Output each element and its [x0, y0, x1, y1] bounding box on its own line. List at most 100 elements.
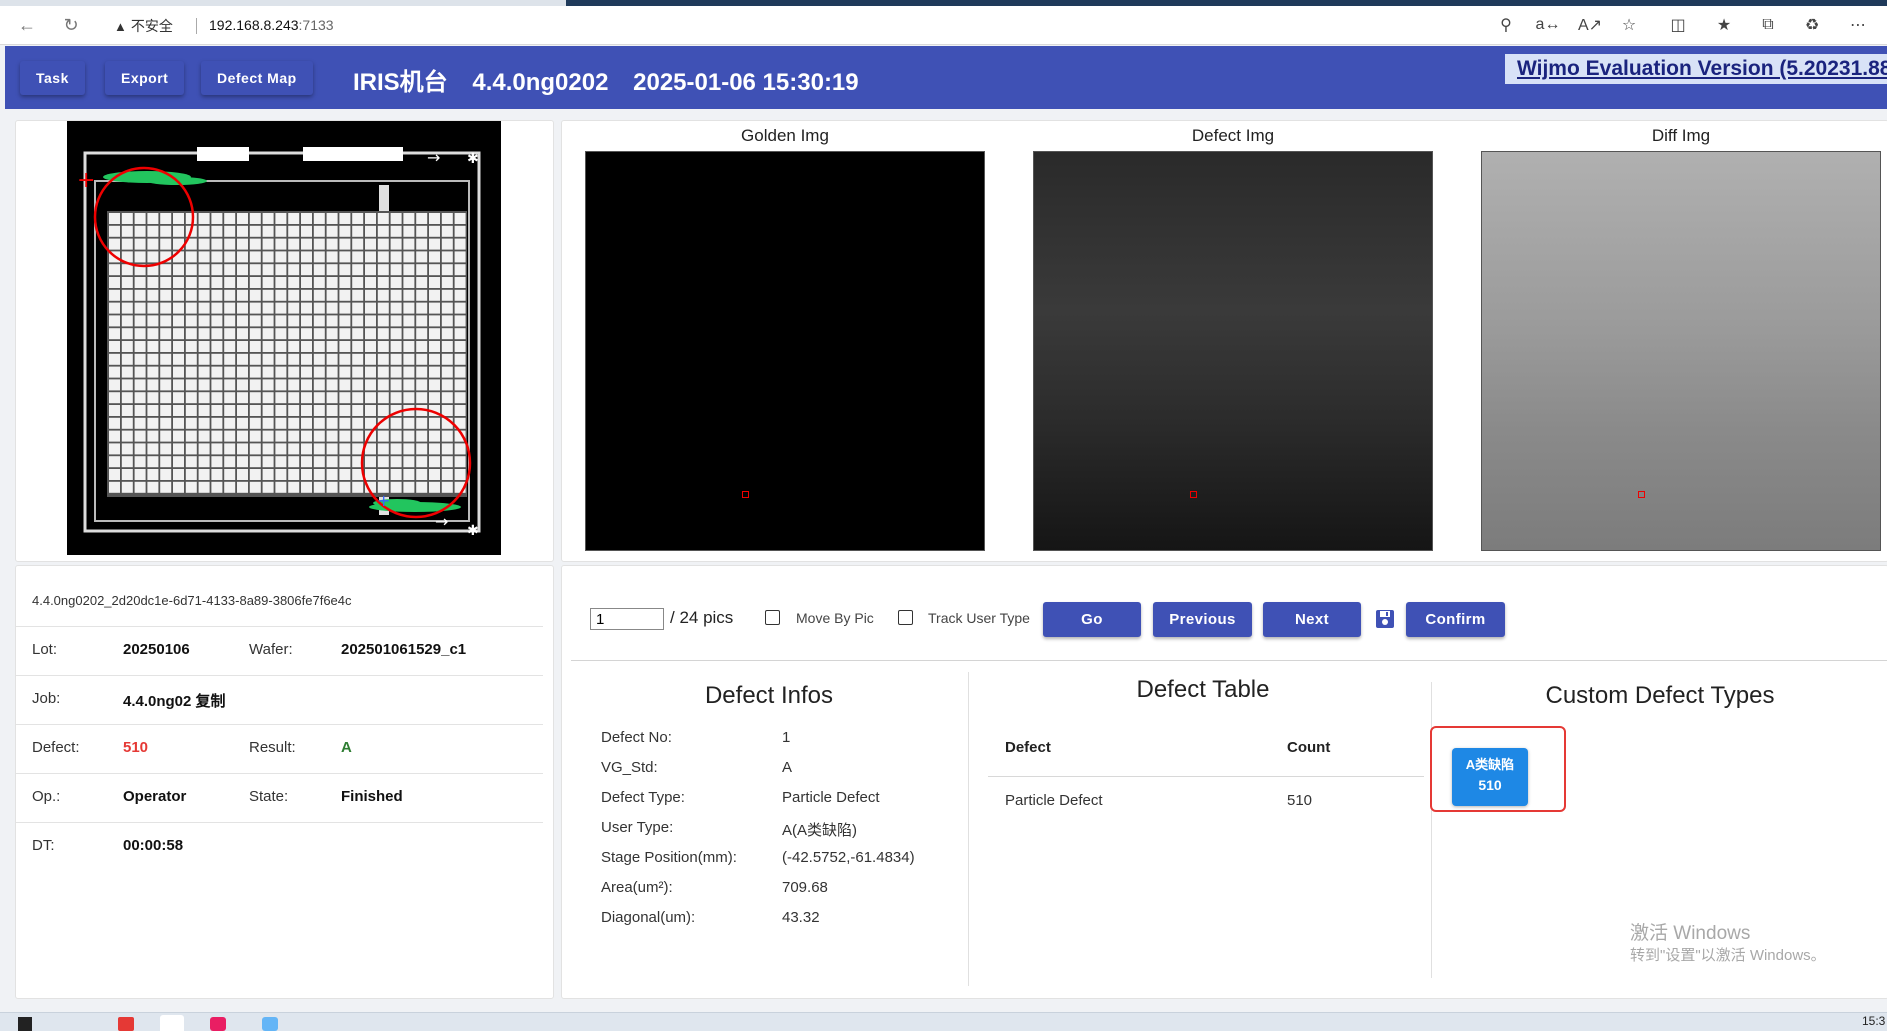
- die-cell: [198, 456, 210, 468]
- translate-icon[interactable]: a↔: [1536, 14, 1561, 36]
- die-cell: [429, 277, 440, 288]
- die-cell: [237, 392, 248, 404]
- die-cell: [441, 289, 453, 301]
- confirm-button[interactable]: Confirm: [1406, 602, 1505, 637]
- export-button[interactable]: Export: [105, 61, 185, 95]
- die-cell: [249, 456, 261, 468]
- read-aloud-icon[interactable]: A↗: [1578, 14, 1602, 36]
- die-cell: [198, 469, 210, 480]
- die-cell: [403, 430, 415, 442]
- back-arrow-icon[interactable]: ←: [16, 14, 38, 36]
- die-cell: [160, 341, 172, 352]
- task-button[interactable]: Task: [20, 61, 85, 95]
- collections-icon[interactable]: ⧉: [1756, 14, 1780, 36]
- wafer-map-image[interactable]: → ✱ → ✱ + +: [67, 121, 501, 555]
- die-cell: [147, 277, 159, 288]
- die-cell: [109, 302, 120, 314]
- die-cell: [121, 277, 133, 288]
- die-cell: [134, 405, 146, 416]
- die-cell: [121, 392, 133, 404]
- start-icon[interactable]: [18, 1017, 32, 1031]
- app-icon[interactable]: [210, 1017, 226, 1031]
- die-cell: [249, 366, 261, 378]
- die-cell: [134, 225, 146, 237]
- next-button[interactable]: Next: [1263, 602, 1361, 637]
- split-screen-icon[interactable]: ◫: [1666, 14, 1690, 36]
- url-port: :7133: [298, 17, 334, 33]
- die-cell: [147, 213, 159, 224]
- page-number-input[interactable]: [590, 608, 664, 630]
- die-cell: [262, 481, 274, 493]
- browser-essentials-icon[interactable]: ♻: [1800, 14, 1824, 36]
- die-cell: [134, 392, 146, 404]
- die-cell: [147, 469, 159, 480]
- die-cell: [339, 405, 351, 416]
- count-column-header[interactable]: Count: [1287, 739, 1330, 756]
- key-icon[interactable]: ⚲: [1494, 14, 1518, 36]
- defect-type-value: Particle Defect: [782, 789, 880, 806]
- die-cell: [249, 277, 261, 288]
- defect-column-header[interactable]: Defect: [1005, 739, 1051, 756]
- die-cell: [454, 443, 466, 455]
- refresh-icon[interactable]: ↻: [60, 14, 82, 36]
- app-icon[interactable]: [118, 1017, 134, 1031]
- defect-map-button[interactable]: Defect Map: [201, 61, 313, 95]
- url-field[interactable]: 192.168.8.243:7133: [209, 17, 334, 33]
- die-cell: [134, 315, 146, 327]
- table-row[interactable]: Particle Defect 510: [988, 777, 1424, 823]
- wijmo-evaluation-banner[interactable]: Wijmo Evaluation Version (5.20231.888): [1505, 54, 1887, 84]
- go-button[interactable]: Go: [1043, 602, 1141, 637]
- edge-browser-icon[interactable]: [160, 1015, 184, 1031]
- die-cell: [301, 481, 312, 493]
- die-cell: [416, 469, 428, 480]
- defect-image[interactable]: [1033, 151, 1433, 551]
- die-cell: [121, 328, 133, 340]
- die-cell: [237, 302, 248, 314]
- favorite-star-icon[interactable]: ☆: [1617, 14, 1641, 36]
- die-cell: [352, 430, 364, 442]
- die-cell: [339, 225, 351, 237]
- die-cell: [441, 213, 453, 224]
- floppy-disk-icon[interactable]: [1375, 609, 1395, 629]
- move-by-pic-label: Move By Pic: [796, 610, 874, 626]
- diff-image[interactable]: [1481, 151, 1881, 551]
- die-cell: [301, 430, 312, 442]
- die-cell: [160, 456, 172, 468]
- die-cell: [134, 430, 146, 442]
- die-cell: [301, 341, 312, 352]
- die-cell: [109, 225, 120, 237]
- die-cell: [109, 353, 120, 365]
- die-cell: [365, 264, 376, 276]
- die-cell: [301, 417, 312, 429]
- defect-type-chip[interactable]: A类缺陷 510: [1452, 748, 1528, 806]
- die-cell: [134, 443, 146, 455]
- app-icon[interactable]: [262, 1017, 278, 1031]
- security-warning[interactable]: ▲ 不安全: [114, 16, 173, 36]
- die-cell: [390, 225, 402, 237]
- favorites-list-icon[interactable]: ★: [1712, 14, 1736, 36]
- die-cell: [339, 277, 351, 288]
- floppy-disk-graphic: [1376, 610, 1394, 628]
- stage-position-value: (-42.5752,-61.4834): [782, 849, 915, 866]
- die-cell: [326, 341, 338, 352]
- track-user-type-checkbox[interactable]: [898, 610, 913, 625]
- die-cell: [224, 405, 236, 416]
- golden-image[interactable]: [585, 151, 985, 551]
- die-cell: [275, 264, 287, 276]
- state-label: State:: [249, 788, 289, 805]
- die-cell: [326, 469, 338, 480]
- die-cell: [429, 456, 440, 468]
- die-cell: [352, 341, 364, 352]
- die-cell: [403, 443, 415, 455]
- die-cell: [390, 302, 402, 314]
- die-cell: [109, 264, 120, 276]
- die-cell: [249, 392, 261, 404]
- die-cell: [326, 289, 338, 301]
- die-cell: [339, 469, 351, 480]
- move-by-pic-checkbox[interactable]: [765, 610, 780, 625]
- die-cell: [288, 379, 300, 391]
- previous-button[interactable]: Previous: [1153, 602, 1252, 637]
- more-options-icon[interactable]: ⋯: [1846, 14, 1870, 36]
- wafer-map-graphic: → ✱ → ✱ + +: [67, 121, 501, 555]
- die-cell: [454, 264, 466, 276]
